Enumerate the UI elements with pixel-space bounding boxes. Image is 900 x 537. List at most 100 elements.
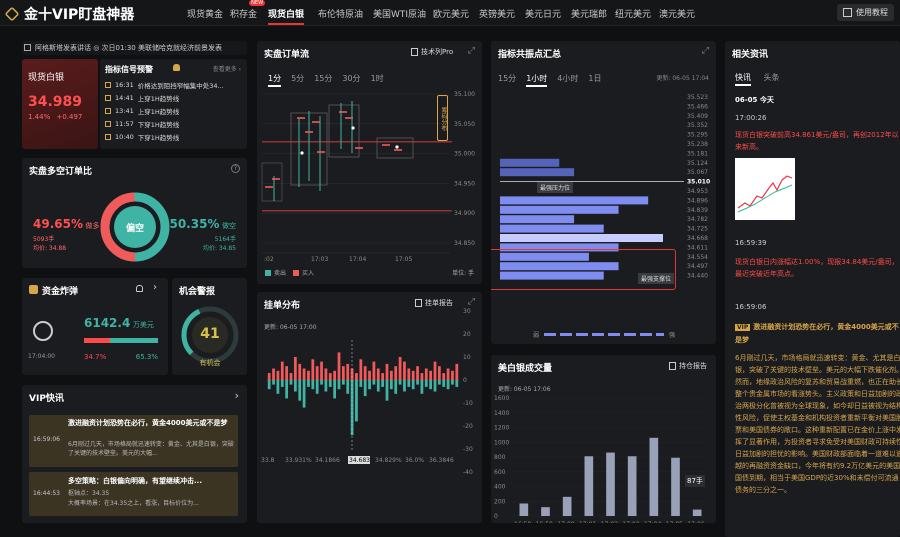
resonance-panel: 指标共振点汇总 ⤢ 15分 1小时 4小时 1日 更新: 06-05 17:04 35… [491,41,716,344]
bid-bar [276,370,280,380]
sell-legend-swatch [265,269,271,276]
nav-item[interactable]: 美元日元 [525,7,561,20]
resonance-bar [500,196,649,205]
vip-item[interactable]: 16:44:53 多空策略：白银偏向明确，有望继续冲击... 枢轴点：34.35… [29,472,238,516]
sell-cell [394,149,402,151]
bomb-title: 资金炸弹 [42,287,79,297]
vip-item-headline: 激进融资计划恐势在必行，黄金4000美元或不是梦 [68,419,228,427]
tutorial-label: 使用教程 [856,8,888,17]
tab-flash[interactable]: 快讯 [735,73,751,86]
ask-bar [389,380,393,390]
bell-icon[interactable] [173,64,180,71]
ask-bar [298,380,302,401]
signal-item[interactable]: 10:40 下穿1H趋势线 [105,130,243,143]
ask-bar [446,380,450,390]
news-date: 06-05 今天 [735,96,774,104]
long-count: 5093手 [33,236,55,243]
y-tick: 1600 [494,395,509,402]
price-tick: 35.181 [687,150,708,157]
signal-item[interactable]: 13:41 上穿1H趋势线 [105,104,243,117]
bid-bar [429,370,433,380]
y-tick: 200 [494,498,506,505]
signal-item[interactable]: 14:41 上穿1H趋势线 [105,91,243,104]
help-icon[interactable]: ? [231,164,240,173]
vip-item-body: 枢轴点：34.35 [68,490,110,497]
nav-item[interactable]: 美国WTI原油 [373,7,426,20]
nav-item[interactable]: 澳元美元 [659,7,695,20]
sell-cell [305,131,313,133]
news-item-text[interactable]: 现货白银突破前高34.861美元/盎司，再创2012年以来新高。 [735,129,900,153]
price-tick: 34.850 [454,240,475,247]
ask-bar [328,380,332,387]
nav-item[interactable]: 纽元美元 [615,7,651,20]
price-tick: 34.497 [687,263,708,270]
orderflow-chart: 35.100 35.050 35.000 34.950 34.900 34.850:02 1… [261,91,475,263]
y-tick: 30 [463,308,471,315]
ask-bar [333,380,337,399]
nav-item[interactable]: 现货黄金 [187,7,223,20]
resonance-bar [500,168,575,177]
vip-item[interactable]: 16:59:06 激进融资计划恐势在必行，黄金4000美元或不是梦 6月刚过几天… [29,415,238,467]
nav-item[interactable]: 美元瑞郎 [571,7,607,20]
ask-bar [429,380,433,390]
ask-bar [403,380,406,392]
news-item-headline-row[interactable]: VIP 激进融资计划恐势在必行，黄金4000美元或不是梦 [735,321,900,346]
nav-item[interactable]: 布伦特原油 [318,7,363,20]
ask-bar [424,380,428,387]
order-dist-panel: 挂单分布 挂单报告 ⤢ 更新: 06-05 17:00 30 20 10 0 -10 -2… [257,292,482,523]
news-item-time: 16:59:39 [735,239,767,247]
ask-bar [324,380,328,392]
tutorial-button[interactable]: 使用教程 [837,4,894,21]
nav-item[interactable]: 英镑美元 [479,7,515,20]
ticker-bar[interactable]: 阿格斯塔发表讲话 ◎ 次日01:30 美联储哈克就经济前景发表 [22,41,247,55]
volume-bar [649,437,659,516]
chevron-right-icon[interactable]: › [235,389,239,402]
tab-headlines[interactable]: 头条 [764,73,780,82]
news-item-text[interactable]: 现货白银日内涨幅达1.00%，现报34.84美元/盎司，最近突破近年高点。 [735,256,900,280]
news-item-headline: 激进融资计划恐势在必行，黄金4000美元或不是梦 [735,323,899,344]
bomb-timer-icon [33,321,53,341]
alert-score: 41 [200,326,220,342]
resonance-bar [500,215,575,224]
sell-cell [339,111,347,113]
ask-bar [311,380,315,390]
nav-item[interactable]: 现货白银 [268,7,305,25]
news-item-time: 16:59:06 [735,303,767,311]
x-tick: 34.683 [349,457,370,464]
volume-panel: 美白银成交量 持仓报告 更新: 06-05 17:06 1600 1400 1200… [491,355,716,523]
price-tick: 35.010 [687,179,710,186]
poc-dot [351,126,355,130]
bid-bar [451,370,454,380]
signal-time: 13:41 [115,106,134,115]
news-item-body: 6月刚过几天，市场格局就迅速转变：黄金、尤其是白银，突破了关键的技术壁垒。美元的… [735,354,900,494]
signals-more-link[interactable]: 查看更多 › [213,64,241,73]
bomb-time: 17:04:00 [28,353,55,360]
chevron-right-icon[interactable]: › [153,282,157,293]
price-tick: 35.100 [454,91,475,98]
bid-bar [350,368,354,380]
bid-bar [433,361,437,380]
chip-distribution-button[interactable]: 筹码分布 [437,95,448,141]
price-tick: 34.440 [687,273,708,280]
strength-legend-weak: 弱 [533,332,540,339]
quote-card[interactable]: 现货白银 34.989 1.44% +0.497 [22,59,98,149]
nav-item[interactable]: 欧元美元 [433,7,469,20]
volume-bar [562,496,572,516]
signal-item[interactable]: 16:31 价格达到阻挡窄幅集中处34... [105,78,243,91]
volume-bar [671,457,680,516]
ask-bar [289,380,293,385]
nav-item[interactable]: 积存金 NEW [230,0,266,20]
time-tick: 17:04 [349,256,366,263]
x-tick: 17:01 [579,521,596,523]
bell-icon[interactable] [136,285,143,292]
bid-bar [328,373,332,380]
signal-item[interactable]: 11:57 下穿1H趋势线 [105,117,243,130]
sell-cell [345,117,353,119]
ask-bar [455,380,459,387]
ask-bar [272,380,275,385]
bid-bar [381,373,385,380]
bid-bar [403,361,406,380]
bid-bar [267,373,271,380]
news-item-image[interactable] [735,158,795,220]
bid-bar [355,373,358,380]
